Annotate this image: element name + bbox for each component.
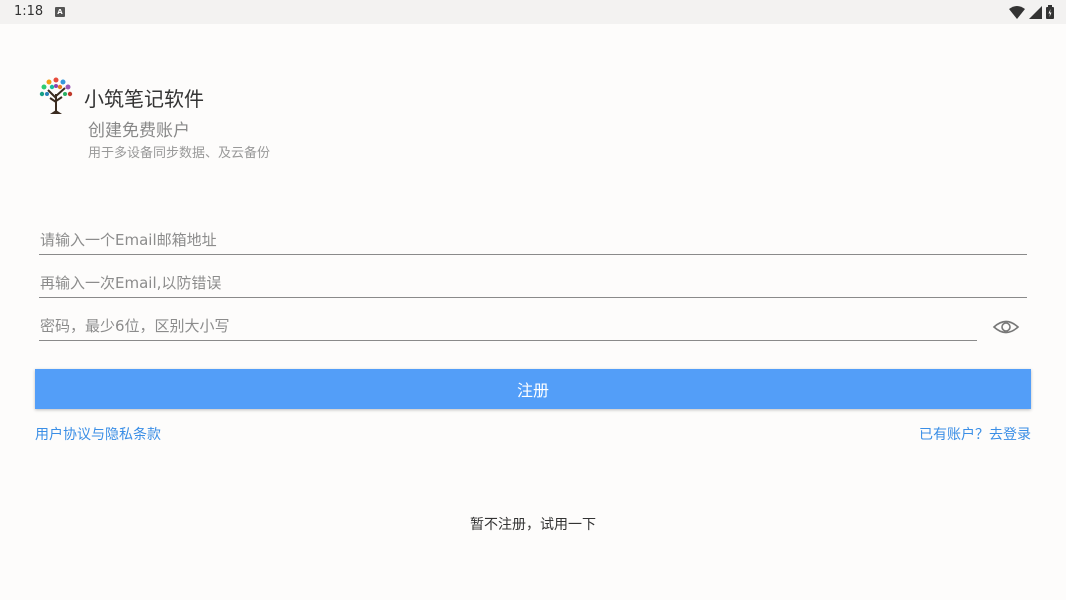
login-link[interactable]: 已有账户？去登录 [919, 424, 1031, 444]
status-icons [1009, 5, 1054, 19]
notification-a-icon: A [55, 7, 65, 17]
show-password-eye-icon[interactable] [992, 316, 1020, 338]
tree-logo-icon [39, 77, 73, 114]
page-subtitle: 用于多设备同步数据、及云备份 [88, 146, 271, 161]
email-confirm-field-wrapper [39, 268, 1027, 298]
agreement-link[interactable]: 用户协议与隐私条款 [35, 424, 161, 444]
password-field-wrapper [39, 311, 977, 341]
battery-icon [1046, 5, 1054, 19]
signal-icon [1029, 5, 1042, 19]
email-field-wrapper [39, 225, 1027, 255]
app-name: 小筑笔记软件 [84, 87, 204, 111]
page-title: 创建免费账户 [88, 121, 190, 141]
status-time: 1:18 [14, 4, 44, 19]
status-bar: 1:18 A [0, 0, 1066, 24]
email-confirm-field[interactable] [39, 268, 1027, 297]
password-field[interactable] [39, 311, 977, 340]
wifi-icon [1009, 5, 1025, 19]
try-without-register-link[interactable]: 暂不注册，试用一下 [0, 514, 1066, 534]
register-button[interactable]: 注册 [35, 369, 1031, 409]
email-field[interactable] [39, 225, 1027, 254]
